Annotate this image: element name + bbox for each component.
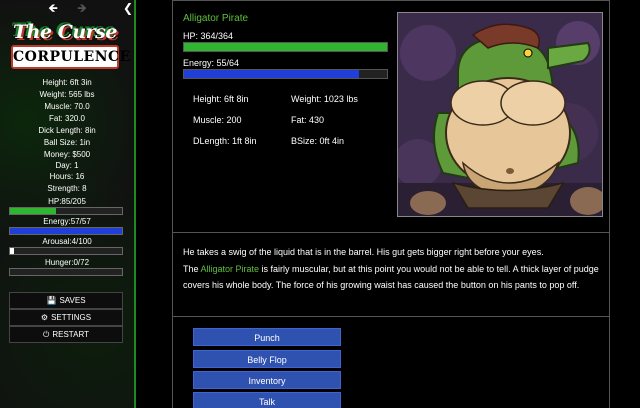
- narration-text: He takes a swig of the liquid that is in…: [183, 244, 603, 294]
- stat-dick-length: Dick Length: 8in: [38, 126, 96, 135]
- logo-title-line2: CORPULENCE: [11, 45, 130, 69]
- sidebar: 🡸 🡺 ❮ The Curse CORPULENCE Height: 6ft 3…: [0, 0, 136, 408]
- stat-day: Day: 1: [55, 161, 79, 170]
- middle-divider: [173, 232, 609, 233]
- narration-enemy-name: Alligator Pirate: [200, 263, 260, 274]
- enemy-fat: Fat: 430: [291, 115, 325, 125]
- stat-money: Money: $500: [43, 150, 91, 159]
- belly-flop-button[interactable]: Belly Flop: [193, 350, 341, 368]
- enemy-weight: Weight: 1023 lbs: [291, 94, 358, 104]
- forward-arrow-icon[interactable]: 🡺: [73, 1, 91, 15]
- talk-button[interactable]: Talk: [193, 392, 341, 408]
- punch-button[interactable]: Punch: [193, 328, 341, 346]
- stat-hours: Hours: 16: [49, 172, 85, 181]
- enemy-energy-bar-fill: [184, 70, 359, 78]
- stat-weight: Weight: 565 lbs: [39, 90, 95, 99]
- settings-button[interactable]: ⚙ SETTINGS: [9, 309, 123, 326]
- narration-prefix: The: [183, 263, 201, 274]
- hp-bar: [9, 207, 123, 215]
- narration-line-1: He takes a swig of the liquid that is in…: [183, 247, 544, 257]
- enemy-energy-label: Energy: 55/64: [183, 58, 240, 68]
- enemy-portrait: [397, 12, 603, 217]
- stat-ball-size: Ball Size: 1in: [43, 138, 91, 147]
- power-icon: ⏻: [43, 330, 50, 339]
- saves-button[interactable]: 💾 SAVES: [9, 292, 123, 309]
- alligator-pirate-illustration: [398, 13, 602, 216]
- main-area: Alligator Pirate HP: 364/364 Energy: 55/…: [138, 0, 640, 408]
- restart-button[interactable]: ⏻ RESTART: [9, 326, 123, 343]
- stat-muscle: Muscle: 70.0: [44, 102, 90, 111]
- hp-bar-fill: [10, 208, 56, 214]
- collapse-sidebar-icon[interactable]: ❮: [119, 1, 134, 15]
- enemy-hp-bar-fill: [184, 43, 387, 51]
- enemy-energy-bar: [183, 69, 388, 79]
- saves-label: SAVES: [59, 296, 86, 305]
- top-divider: [173, 0, 609, 1]
- game-logo: The Curse CORPULENCE: [11, 18, 130, 72]
- settings-label: SETTINGS: [51, 313, 92, 322]
- hunger-bar: [9, 268, 123, 276]
- enemy-muscle: Muscle: 200: [193, 115, 242, 125]
- logo-title-line1: The Curse: [13, 21, 117, 43]
- arousal-bar: [9, 247, 123, 255]
- enemy-dlength: DLength: 1ft 8in: [193, 136, 257, 146]
- enemy-bsize: BSize: 0ft 4in: [291, 136, 345, 146]
- restart-label: RESTART: [52, 330, 89, 339]
- stat-fat: Fat: 320.0: [48, 114, 86, 123]
- enemy-hp-bar: [183, 42, 388, 52]
- arousal-bar-fill: [10, 248, 15, 254]
- enemy-hp-label: HP: 364/364: [183, 31, 234, 41]
- floppy-disk-icon: 💾: [46, 296, 57, 305]
- energy-bar-label: Energy:57/57: [43, 217, 91, 226]
- hunger-bar-label: Hunger:0/72: [44, 258, 90, 267]
- stat-height: Height: 6ft 3in: [42, 78, 92, 87]
- hp-bar-label: HP:85/205: [48, 197, 86, 206]
- energy-bar-fill: [10, 228, 122, 234]
- inventory-button[interactable]: Inventory: [193, 371, 341, 389]
- enemy-name: Alligator Pirate: [183, 13, 249, 24]
- back-arrow-icon[interactable]: 🡸: [44, 1, 62, 15]
- encounter-panel: Alligator Pirate HP: 364/364 Energy: 55/…: [172, 0, 610, 408]
- lower-divider: [173, 316, 609, 317]
- arousal-bar-label: Arousal:4/100: [42, 237, 92, 246]
- stat-strength: Strength: 8: [47, 184, 87, 193]
- enemy-height: Height: 6ft 8in: [193, 94, 249, 104]
- energy-bar: [9, 227, 123, 235]
- gear-icon: ⚙: [40, 313, 49, 322]
